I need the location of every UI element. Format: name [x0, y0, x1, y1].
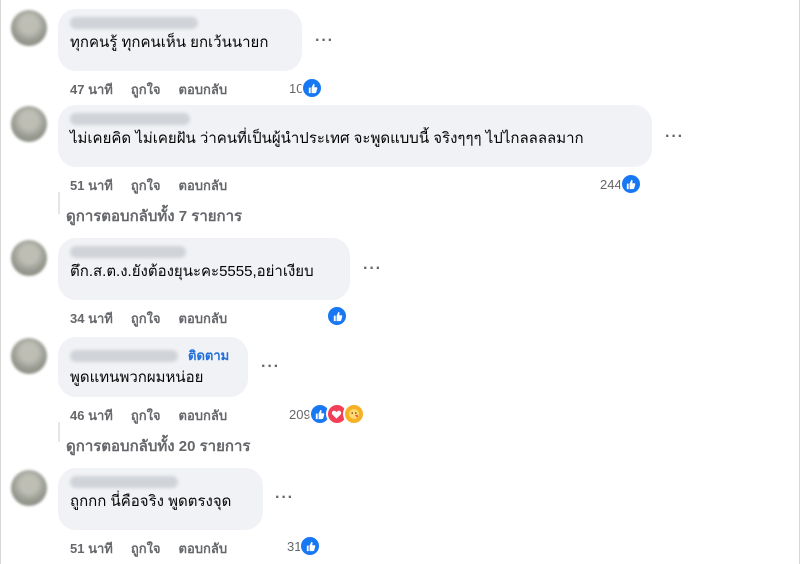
comment-text: ถูกกก นี่คือจริง พูดตรงจุด	[70, 493, 232, 510]
reply-button[interactable]: ตอบกลับ	[179, 175, 228, 196]
comment-time[interactable]: 46 นาที	[70, 405, 113, 426]
view-replies-link[interactable]: ดูการตอบกลับทั้ง 20 รายการ	[66, 434, 250, 458]
more-options-icon[interactable]: ···	[363, 260, 382, 278]
like-icon	[301, 77, 324, 99]
like-button[interactable]: ถูกใจ	[131, 175, 161, 196]
reply-button[interactable]: ตอบกลับ	[179, 308, 228, 329]
author-name[interactable]	[70, 113, 190, 125]
comment-time[interactable]: 51 นาที	[70, 538, 113, 559]
comment-bubble: ติดตาม พูดแทนพวกผมหน่อย	[58, 337, 248, 397]
comment-bubble: ทุกคนรู้ ทุกคนเห็น ยกเว้นนายก	[58, 9, 302, 71]
like-icon	[299, 535, 322, 557]
like-icon	[326, 305, 348, 327]
like-button[interactable]: ถูกใจ	[131, 538, 161, 559]
comment-actions: 47 นาที ถูกใจ ตอบกลับ	[70, 79, 245, 100]
comment-text: ไม่เคยคิด ไม่เคยฝัน ว่าคนที่เป็นผู้นำประ…	[70, 130, 584, 147]
view-replies-link[interactable]: ดูการตอบกลับทั้ง 7 รายการ	[66, 204, 242, 228]
reply-button[interactable]: ตอบกลับ	[179, 405, 228, 426]
comment-text: ทุกคนรู้ ทุกคนเห็น ยกเว้นนายก	[70, 34, 269, 51]
like-button[interactable]: ถูกใจ	[131, 405, 161, 426]
thread-line	[58, 422, 60, 442]
author-name[interactable]	[70, 476, 178, 488]
reaction-count: 244	[600, 176, 622, 192]
comment-time[interactable]: 34 นาที	[70, 308, 113, 329]
like-button[interactable]: ถูกใจ	[131, 79, 161, 100]
like-icon	[619, 173, 642, 195]
avatar[interactable]	[11, 10, 47, 46]
author-name[interactable]	[70, 17, 198, 29]
author-name[interactable]	[70, 246, 186, 258]
comment-time[interactable]: 51 นาที	[70, 175, 113, 196]
avatar[interactable]	[11, 338, 47, 374]
avatar[interactable]	[11, 470, 47, 506]
author-name[interactable]	[70, 349, 178, 362]
thread-line	[58, 192, 60, 214]
more-options-icon[interactable]: ···	[665, 128, 684, 146]
comments-panel: ทุกคนรู้ ทุกคนเห็น ยกเว้นนายก ··· 47 นาท…	[0, 0, 800, 564]
follow-button[interactable]: ติดตาม	[188, 345, 229, 366]
avatar[interactable]	[11, 106, 47, 142]
avatar[interactable]	[11, 240, 47, 276]
comment-actions: 34 นาที ถูกใจ ตอบกลับ	[70, 308, 245, 329]
reaction-summary[interactable]: 209	[289, 403, 365, 425]
comment-actions: 51 นาที ถูกใจ ตอบกลับ	[70, 538, 245, 559]
care-icon	[342, 403, 365, 425]
comment-bubble: ถูกกก นี่คือจริง พูดตรงจุด	[58, 468, 263, 530]
more-options-icon[interactable]: ···	[261, 358, 280, 376]
comment-bubble: ไม่เคยคิด ไม่เคยฝัน ว่าคนที่เป็นผู้นำประ…	[58, 105, 652, 167]
more-options-icon[interactable]: ···	[315, 32, 334, 50]
more-options-icon[interactable]: ···	[275, 489, 294, 507]
comment-actions: 51 นาที ถูกใจ ตอบกลับ	[70, 175, 245, 196]
comment-text: ตึก.ส.ต.ง.ยังต้องยุนะคะ5555,อย่าเงียบ	[70, 263, 314, 280]
reply-button[interactable]: ตอบกลับ	[179, 79, 228, 100]
reaction-summary[interactable]: 31	[287, 535, 322, 557]
reaction-summary[interactable]: 10	[289, 77, 324, 99]
like-button[interactable]: ถูกใจ	[131, 308, 161, 329]
author-row: ติดตาม	[70, 345, 236, 366]
comment-bubble: ตึก.ส.ต.ง.ยังต้องยุนะคะ5555,อย่าเงียบ	[58, 238, 350, 300]
comment-time[interactable]: 47 นาที	[70, 79, 113, 100]
reaction-summary[interactable]: 244	[600, 173, 642, 195]
reaction-summary[interactable]	[326, 305, 348, 327]
reaction-count: 209	[289, 406, 311, 422]
comment-actions: 46 นาที ถูกใจ ตอบกลับ	[70, 405, 245, 426]
comment-text: พูดแทนพวกผมหน่อย	[70, 369, 204, 386]
reply-button[interactable]: ตอบกลับ	[179, 538, 228, 559]
